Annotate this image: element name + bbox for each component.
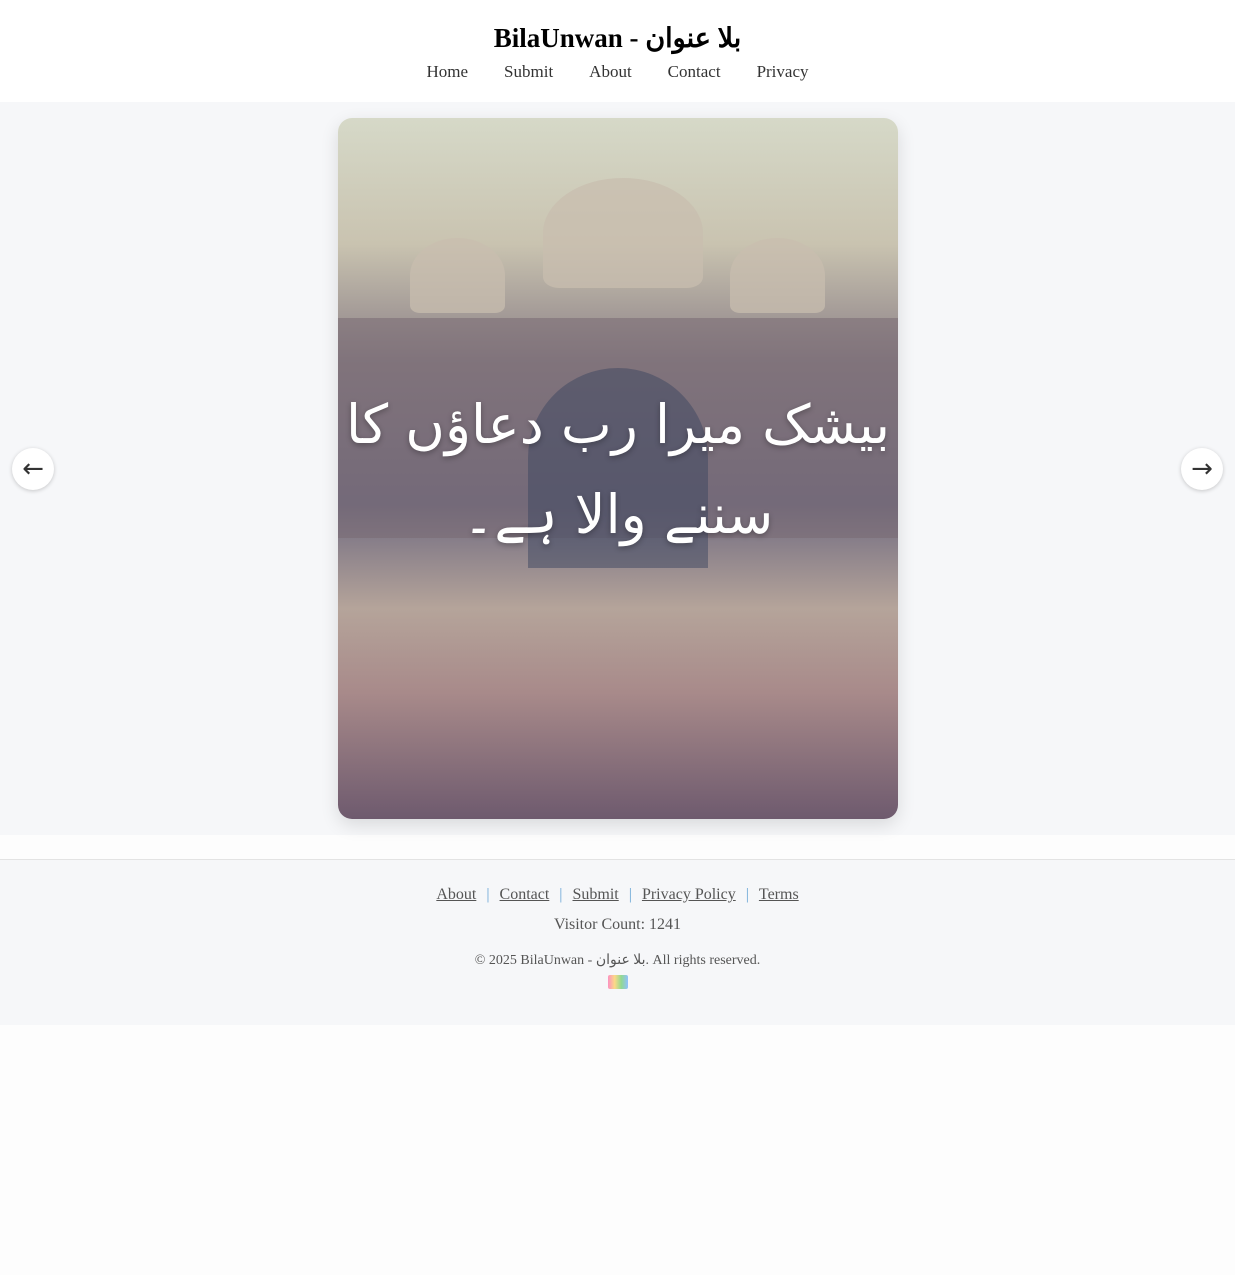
caption-line: بیشک میرا رب دعاؤں کا	[345, 393, 891, 456]
next-arrow-button[interactable]: →	[1181, 448, 1223, 490]
nav-privacy[interactable]: Privacy	[757, 62, 809, 82]
prev-arrow-button[interactable]: ←	[12, 448, 54, 490]
site-title: BilaUnwan - بلا عنوان	[493, 23, 742, 53]
quote-slider: بیشک میرا رب دعاؤں کا سننے والا ہے۔ ← →	[0, 102, 1235, 835]
mosque-dome-image	[410, 238, 505, 313]
nav-contact[interactable]: Contact	[668, 62, 721, 82]
footer-link-about[interactable]: About	[436, 886, 476, 903]
arrow-left-icon: ←	[22, 454, 44, 484]
mosque-dome-image	[730, 238, 825, 313]
caption-line: سننے والا ہے۔	[462, 483, 774, 546]
quote-card: بیشک میرا رب دعاؤں کا سننے والا ہے۔	[338, 118, 898, 819]
copyright: © 2025 BilaUnwan - بلا عنوان. All rights…	[474, 953, 761, 968]
main-nav: Home Submit About Contact Privacy	[0, 62, 1235, 82]
footer-link-submit[interactable]: Submit	[573, 886, 619, 903]
visitor-count: Visitor Count: 1241	[553, 916, 682, 933]
nav-home[interactable]: Home	[427, 62, 469, 82]
site-footer: About | Contact | Submit | Privacy Policy | Term…	[0, 859, 1235, 1025]
site-header: BilaUnwan - بلا عنوان Home Submit About …	[0, 0, 1235, 102]
footer-logo	[607, 975, 628, 989]
nav-submit[interactable]: Submit	[504, 62, 553, 82]
nav-about[interactable]: About	[589, 62, 632, 82]
quote-caption: بیشک میرا رب دعاؤں کا سننے والا ہے۔	[338, 380, 898, 560]
footer-link-contact[interactable]: Contact	[500, 886, 550, 903]
mosque-dome-image	[543, 178, 703, 288]
separator: |	[628, 886, 632, 903]
separator: |	[486, 886, 490, 903]
footer-link-privacy-policy[interactable]: Privacy Policy	[642, 886, 736, 903]
separator: |	[559, 886, 563, 903]
footer-link-terms[interactable]: Terms	[759, 886, 799, 903]
separator: |	[745, 886, 749, 903]
arrow-right-icon: →	[1191, 454, 1213, 484]
footer-links: About | Contact | Submit | Privacy Policy | Term…	[0, 860, 1235, 904]
